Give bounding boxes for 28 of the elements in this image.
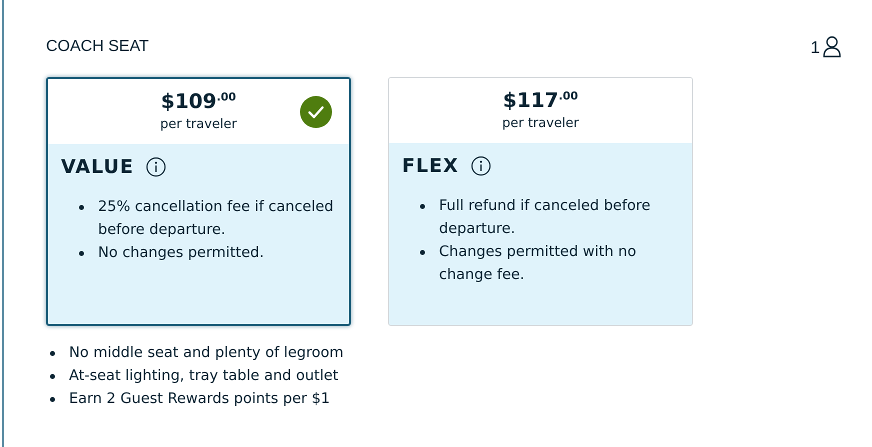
info-icon[interactable] xyxy=(470,156,491,176)
fare-name: VALUE xyxy=(61,156,134,178)
fare-term: Full refund if canceled before departure. xyxy=(439,197,652,239)
check-icon xyxy=(300,96,332,128)
fare-term: Changes permitted with no change fee. xyxy=(439,243,638,285)
seat-feature: No middle seat and plenty of legroom xyxy=(69,344,344,363)
fare-card[interactable]: $109$^{.00}$ per traveler VALUE 25% cancellation fee if canceled before departure. No changes permitted. xyxy=(46,77,351,326)
seat-feature: At-seat lighting, tray table and outlet xyxy=(69,367,338,386)
fare-term: 25% cancellation fee if canceled before departure. xyxy=(98,198,334,240)
price-unit: per traveler xyxy=(502,116,579,131)
traveler-count: 1 xyxy=(810,38,820,58)
price-unit: per traveler xyxy=(160,117,237,132)
section-title: COACH SEAT xyxy=(46,38,149,56)
person-icon xyxy=(822,36,842,58)
info-icon[interactable] xyxy=(146,157,166,177)
seat-feature: Earn 2 Guest Rewards points per $1 xyxy=(69,390,330,409)
fare-term: No changes permitted. xyxy=(98,244,264,263)
bullet-icon xyxy=(50,374,55,379)
bullet-icon xyxy=(50,397,55,402)
bullet-icon xyxy=(79,251,84,256)
bullet-icon xyxy=(420,250,425,255)
bullet-icon xyxy=(50,351,55,356)
fare-price: $117$^{.00}$ xyxy=(502,88,578,112)
bullet-icon xyxy=(420,204,425,209)
bullet-icon xyxy=(79,205,84,210)
fare-price: $109$^{.00}$ xyxy=(160,89,236,113)
fare-card[interactable]: $117$^{.00}$ per traveler FLEX Full refund if canceled before departure. Changes permitted with no change fee. xyxy=(388,77,693,326)
fare-name: FLEX xyxy=(402,155,459,177)
